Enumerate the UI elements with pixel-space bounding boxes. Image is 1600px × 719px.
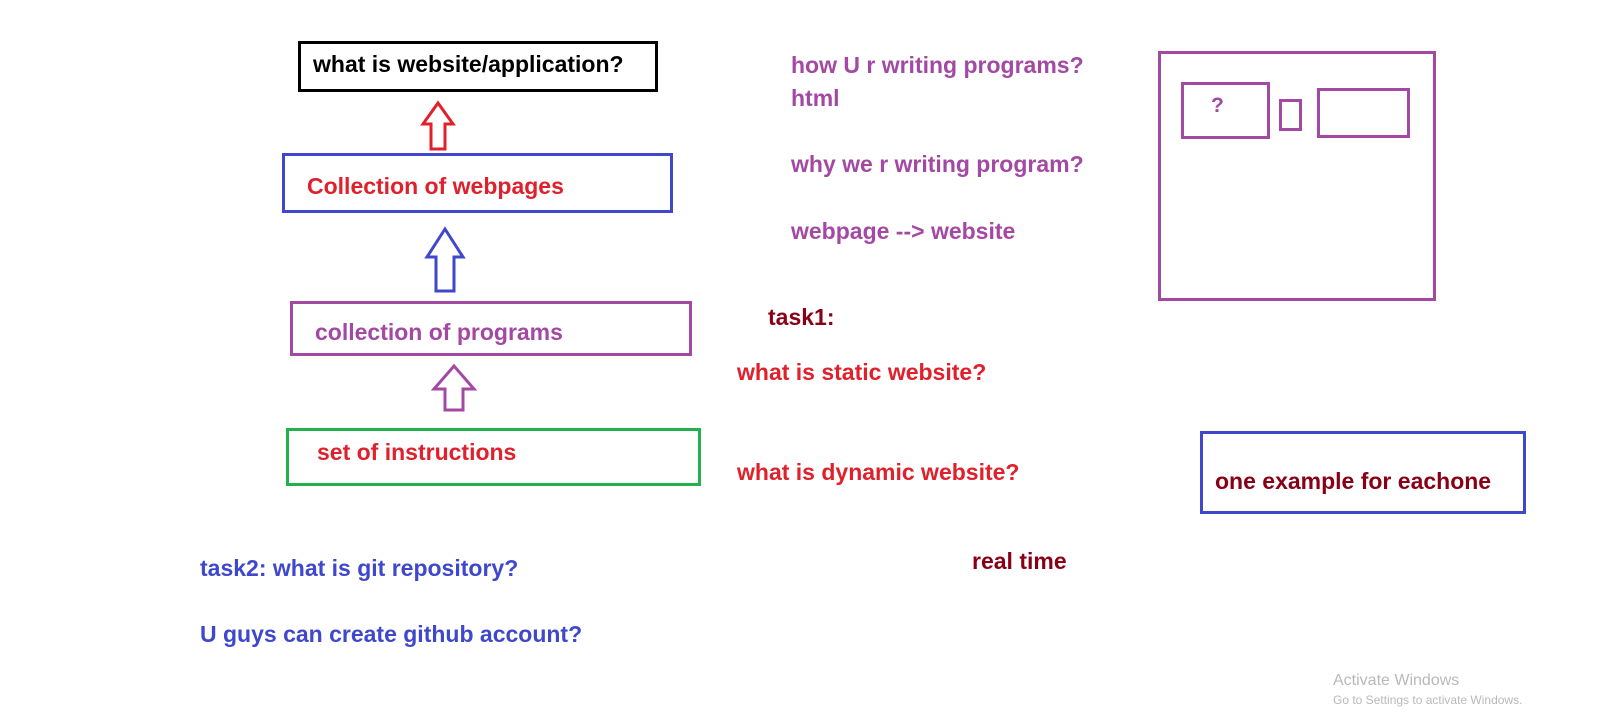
note-how-writing: how U r writing programs? — [791, 52, 1084, 78]
note-task2: task2: what is git repository? — [200, 555, 519, 581]
up-arrow-icon-purple — [430, 363, 478, 412]
instructions-label: set of instructions — [317, 439, 517, 465]
webpages-label: Collection of webpages — [307, 173, 564, 199]
website-question-label: what is website/application? — [313, 51, 624, 77]
sketch-block-small — [1279, 99, 1302, 131]
note-webpage-website: webpage --> website — [791, 218, 1016, 244]
sketch-question-mark: ? — [1211, 94, 1224, 117]
up-arrow-icon-blue — [424, 226, 466, 293]
watermark-line2: Go to Settings to activate Windows. — [1333, 693, 1523, 707]
note-task1: task1: — [768, 304, 835, 330]
note-dynamic-website: what is dynamic website? — [737, 459, 1020, 485]
up-arrow-icon-red — [420, 100, 456, 151]
sketch-block-right — [1317, 88, 1410, 138]
note-real-time: real time — [972, 548, 1067, 574]
note-static-website: what is static website? — [737, 359, 987, 385]
note-html: html — [791, 85, 840, 111]
watermark-line1: Activate Windows — [1333, 672, 1460, 689]
example-label: one example for eachone — [1215, 468, 1492, 494]
sketch-block-left — [1181, 82, 1270, 139]
note-github: U guys can create github account? — [200, 621, 583, 647]
note-why-writing: why we r writing program? — [791, 151, 1084, 177]
programs-label: collection of programs — [315, 319, 563, 345]
